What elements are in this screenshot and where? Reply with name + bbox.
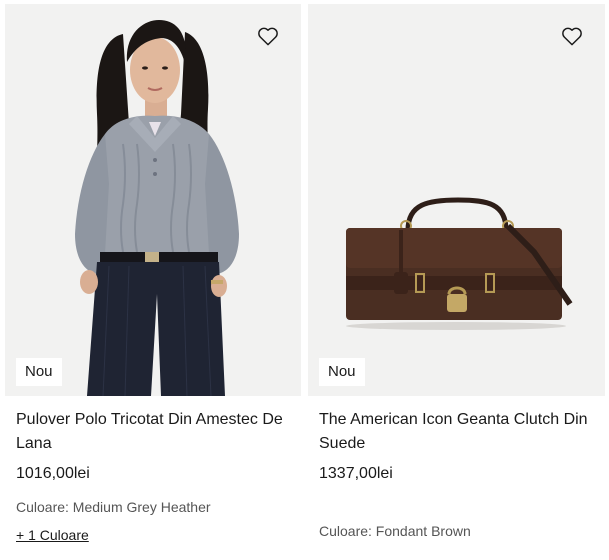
new-badge: Nou: [16, 358, 62, 386]
product-image[interactable]: Nou: [308, 4, 605, 396]
product-image[interactable]: Nou: [5, 4, 301, 396]
new-badge: Nou: [319, 358, 365, 386]
product-color: Culoare: Medium Grey Heather: [16, 499, 211, 515]
woman-sweater-photo: [5, 4, 301, 396]
product-card[interactable]: Nou Pulover Polo Tricotat Din Amestec De…: [5, 0, 305, 560]
product-card[interactable]: Nou The American Icon Geanta Clutch Din …: [308, 0, 608, 560]
product-title[interactable]: The American Icon Geanta Clutch Din Sued…: [319, 408, 594, 456]
product-price: 1337,00lei: [319, 465, 393, 482]
product-color: Culoare: Fondant Brown: [319, 523, 471, 539]
product-title[interactable]: Pulover Polo Tricotat Din Amestec De Lan…: [16, 408, 291, 456]
heart-outline-icon[interactable]: [257, 26, 279, 46]
product-grid: Nou Pulover Polo Tricotat Din Amestec De…: [0, 0, 609, 560]
more-colors-link[interactable]: + 1 Culoare: [16, 526, 89, 544]
product-price: 1016,00lei: [16, 465, 90, 482]
heart-outline-icon[interactable]: [561, 26, 583, 46]
suede-clutch-photo: [308, 4, 605, 396]
